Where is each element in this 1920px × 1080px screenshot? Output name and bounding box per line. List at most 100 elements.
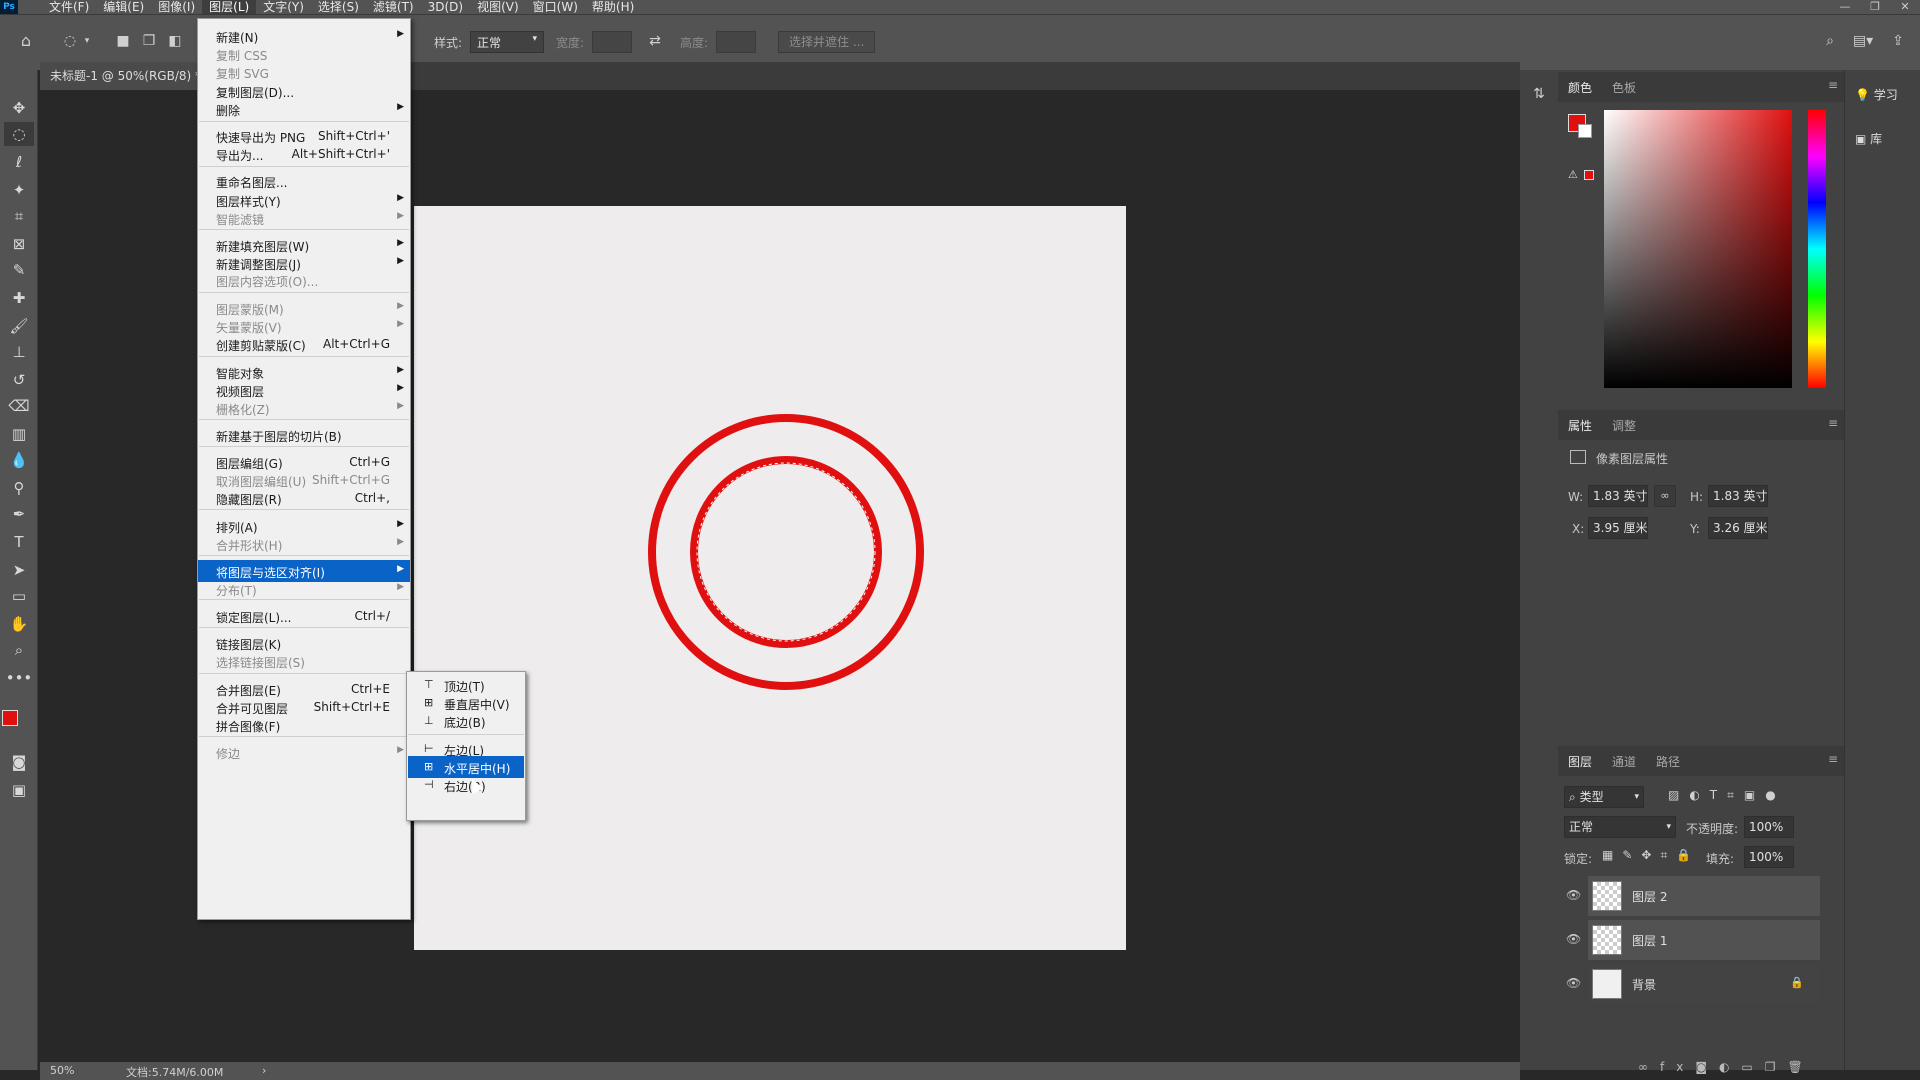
select-and-mask-button[interactable]: 选择并遮住 ... [778,31,876,53]
menu-item[interactable]: 图层(L) [202,0,257,14]
foreground-color-swatch[interactable] [2,710,18,726]
frame-tool-icon[interactable]: ⊠ [4,232,34,256]
brush-tool-icon[interactable]: 🖌 [4,314,34,338]
color-bg-swatch[interactable] [1578,124,1592,138]
layer-filter-select[interactable]: ⌕ 类型 ▾ [1564,786,1644,808]
marquee-tool-icon[interactable]: ◌ [4,122,34,146]
library-button[interactable]: ▣ 库 [1855,130,1882,147]
eyedropper-tool-icon[interactable]: ✎ [4,258,34,282]
layer-menu-item[interactable]: 新建基于图层的切片(B) [198,424,410,446]
panel-menu-icon[interactable]: ≡ [1828,78,1838,92]
height-field[interactable]: 1.83 英寸 [1708,485,1768,507]
tab-channels[interactable]: 通道 [1602,753,1646,770]
layer-menu-item[interactable]: 图层内容选项(O)... [198,269,410,291]
new-selection-icon[interactable]: ■ [112,31,134,51]
menu-item[interactable]: 文件(F) [42,0,96,14]
layer-menu-item[interactable]: 拼合图像(F) [198,714,410,736]
home-icon[interactable]: ⌂ [14,31,38,51]
hue-slider[interactable] [1808,110,1826,388]
layer-menu-item[interactable]: 导出为... Alt+Shift+Ctrl+' [198,143,410,165]
zoom-level[interactable]: 50% [50,1064,74,1077]
layer-menu-item[interactable]: 合并形状(H) ▶ [198,533,410,555]
height-input[interactable] [716,31,756,53]
swap-icon[interactable]: ⇄ [644,31,666,51]
type-tool-icon[interactable]: T [4,530,34,554]
pen-tool-icon[interactable]: ✒ [4,502,34,526]
opacity-field[interactable]: 100% [1744,816,1794,838]
layer-menu-item[interactable]: 创建剪贴蒙版(C) Alt+Ctrl+G [198,333,410,355]
restore-button[interactable]: ❐ [1860,0,1890,14]
dodge-tool-icon[interactable]: ⚲ [4,476,34,500]
close-button[interactable]: ✕ [1890,0,1920,14]
hand-tool-icon[interactable]: ✋ [4,612,34,636]
share-icon[interactable]: ⇪ [1886,31,1910,51]
layer-menu-item[interactable]: 智能滤镜 ▶ [198,207,410,229]
eye-icon[interactable]: 👁 [1566,976,1581,990]
more-tools-icon[interactable]: ••• [4,666,34,690]
panel-menu-icon[interactable]: ≡ [1828,752,1838,766]
fill-field[interactable]: 100% [1744,846,1794,868]
crop-tool-icon[interactable]: ⌗ [4,204,34,228]
layer-row[interactable]: 👁 图层 2 [1566,876,1820,916]
gamut-warning-icon[interactable]: ⚠ [1568,168,1578,181]
tab-swatches[interactable]: 色板 [1602,79,1646,96]
width-field[interactable]: 1.83 英寸 [1588,485,1648,507]
layers-footer-icons[interactable]: ∞fx◙◐▭❐🗑 [1638,1060,1815,1074]
eye-icon[interactable]: 👁 [1566,888,1581,902]
menu-item[interactable]: 编辑(E) [96,0,151,14]
blend-mode-select[interactable]: 正常 ▾ [1564,816,1676,838]
x-field[interactable]: 3.95 厘米 [1588,517,1648,539]
tab-color[interactable]: 颜色 [1558,79,1602,96]
panel-menu-icon[interactable]: ≡ [1828,416,1838,430]
chevron-down-icon[interactable]: ▾ [82,31,92,51]
history-panel-icon[interactable]: ⇅ [1527,84,1551,104]
link-icon[interactable]: ∞ [1654,485,1676,507]
color-field[interactable] [1604,110,1792,388]
layer-menu-item[interactable]: 分布(T) ▶ [198,578,410,600]
layer-filter-icons[interactable]: ▨◐T⌗▣● [1668,788,1786,803]
lock-icons[interactable]: ▦✎✥⌗🔒 [1602,848,1700,863]
menu-item[interactable]: 滤镜(T) [366,0,421,14]
status-arrow-icon[interactable]: › [262,1064,266,1077]
learn-button[interactable]: 💡 学习 [1855,86,1898,103]
layer-menu-item[interactable]: 隐藏图层(R) Ctrl+, [198,487,410,509]
add-selection-icon[interactable]: ❐ [138,31,160,51]
menu-item[interactable]: 图像(I) [151,0,202,14]
stamp-tool-icon[interactable]: ⊥ [4,340,34,364]
layer-menu-item[interactable]: 删除 ▶ [198,98,410,120]
menu-item[interactable]: 3D(D) [421,0,470,14]
width-input[interactable] [592,31,632,53]
layer-row[interactable]: 👁 图层 1 [1566,920,1820,960]
align-submenu-item[interactable]: ⊥ 底边(B) [408,710,524,732]
document-canvas[interactable] [414,206,1126,950]
layer-menu-item[interactable]: 选择链接图层(S) [198,650,410,672]
layer-menu-item[interactable]: 修边 ▶ [198,741,410,763]
layer-row[interactable]: 👁 背景 🔒 [1566,964,1820,1004]
menu-item[interactable]: 视图(V) [470,0,526,14]
search-icon[interactable]: ⌕ [1818,31,1842,51]
quick-mask-icon[interactable]: ◙ [4,750,34,774]
elliptical-marquee-icon[interactable]: ◌ [58,31,82,51]
path-selection-tool-icon[interactable]: ➤ [4,558,34,582]
rectangle-tool-icon[interactable]: ▭ [4,584,34,608]
layer-menu-item[interactable]: 栅格化(Z) ▶ [198,397,410,419]
tab-layers[interactable]: 图层 [1558,753,1602,770]
tab-adjustments[interactable]: 调整 [1602,417,1646,434]
move-tool-icon[interactable]: ✥ [4,96,34,120]
workspace-icon[interactable]: ▤▾ [1848,31,1878,51]
eye-icon[interactable]: 👁 [1566,932,1581,946]
subtract-selection-icon[interactable]: ◧ [164,31,186,51]
eraser-tool-icon[interactable]: ⌫ [4,394,34,418]
healing-brush-tool-icon[interactable]: ✚ [4,286,34,310]
align-submenu-item[interactable]: ⊣ 右边(R) [408,774,524,796]
menu-item[interactable]: 窗口(W) [526,0,585,14]
history-brush-tool-icon[interactable]: ↺ [4,368,34,392]
gamut-swatch[interactable] [1584,170,1594,180]
menu-item[interactable]: 选择(S) [311,0,366,14]
layer-menu-item[interactable]: 锁定图层(L)... Ctrl+/ [198,605,410,627]
y-field[interactable]: 3.26 厘米 [1708,517,1768,539]
gradient-tool-icon[interactable]: ▥ [4,422,34,446]
minimize-button[interactable]: — [1830,0,1860,14]
tab-properties[interactable]: 属性 [1558,417,1602,434]
style-select[interactable]: 正常 ▾ [470,31,544,53]
